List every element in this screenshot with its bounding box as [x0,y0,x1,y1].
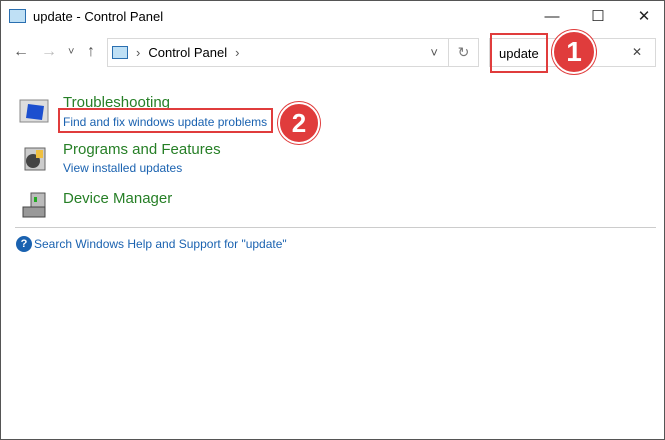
address-bar[interactable]: › Control Panel › ˅ [107,38,449,67]
up-button[interactable]: ↑ [87,43,95,61]
annotation-badge-2: 2 [278,102,320,144]
breadcrumb-control-panel[interactable]: Control Panel [148,45,227,60]
device-manager-title[interactable]: Device Manager [63,190,172,207]
control-panel-icon [9,9,26,23]
address-dropdown-icon[interactable]: ˅ [430,45,438,60]
clear-search-button[interactable]: ✕ [632,45,642,59]
recent-locations-button[interactable]: ˅ [68,46,74,58]
control-panel-icon [112,46,128,59]
device-manager-icon [22,192,46,218]
forward-button[interactable]: → [41,43,57,61]
help-icon: ? [16,236,32,252]
back-button[interactable]: ← [13,43,29,61]
maximize-button[interactable]: ☐ [575,1,621,31]
search-windows-help-link[interactable]: Search Windows Help and Support for "upd… [34,237,287,251]
annotation-badge-1: 1 [552,30,596,74]
programs-features-title[interactable]: Programs and Features [63,141,221,158]
breadcrumb-separator: › [136,45,141,60]
breadcrumb-separator[interactable]: › [235,45,239,60]
minimize-button[interactable]: — [529,1,575,31]
highlight-box-search [490,33,548,73]
programs-features-icon [24,147,46,171]
divider [15,227,656,228]
troubleshooting-icon [19,99,49,123]
window-title: update - Control Panel [33,9,164,24]
highlight-box-link [58,108,273,133]
view-installed-updates-link[interactable]: View installed updates [63,161,182,175]
close-button[interactable]: ✕ [621,1,665,31]
refresh-button[interactable]: ↻ [449,38,479,67]
